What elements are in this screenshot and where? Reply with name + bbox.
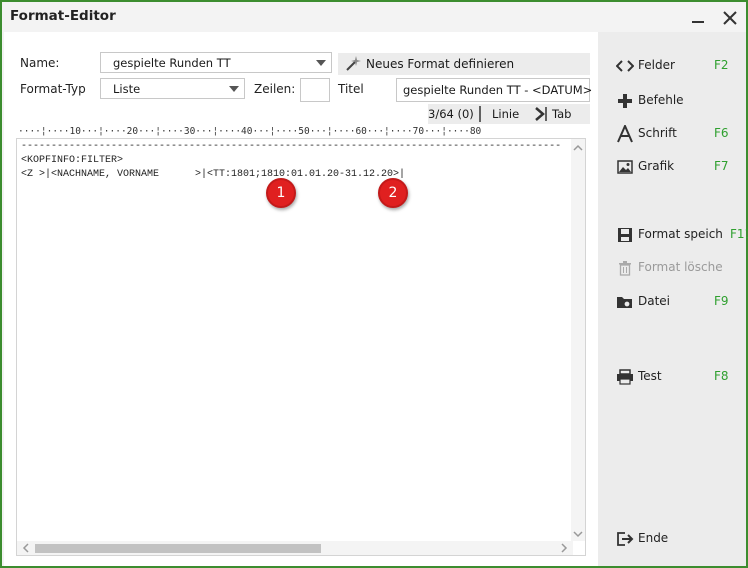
sidebar-item-format-loeschen[interactable]: Format lösche (616, 257, 736, 279)
minimize-button[interactable] (686, 6, 710, 30)
scroll-down-icon (573, 531, 583, 538)
sidebar-item-test[interactable]: Test F8 (616, 366, 736, 388)
lines-label: Zeilen: (254, 82, 296, 96)
name-label: Name: (20, 56, 60, 70)
font-icon (616, 125, 634, 143)
sidebar-item-label: Datei (638, 294, 671, 308)
callout-badge: 2 (378, 178, 408, 208)
title-value: gespielte Runden TT - <DATUM> (403, 83, 593, 97)
callout-badge: 1 (266, 178, 296, 208)
printer-icon (616, 368, 634, 386)
close-button[interactable] (718, 6, 742, 30)
tab-label: Tab (552, 107, 572, 121)
line-separator-icon (479, 106, 481, 122)
scroll-right-icon (561, 543, 568, 553)
editor-panel: Name: gespielte Runden TT Neues Format d… (4, 32, 598, 566)
plus-icon (616, 92, 634, 110)
format-type-value: Liste (113, 82, 141, 96)
editor-line: <KOPFINFO:FILTER> (21, 155, 124, 166)
save-icon (616, 226, 634, 244)
name-value: gespielte Runden TT (113, 56, 231, 70)
format-type-select[interactable]: Liste (100, 78, 245, 99)
sidebar-item-label: Grafik (638, 159, 675, 173)
shortcut-key: F2 (714, 58, 729, 72)
magic-wand-icon (346, 56, 361, 71)
sidebar-item-ende[interactable]: Ende (616, 528, 736, 550)
shortcut-key: F7 (714, 159, 729, 173)
sidebar-item-datei[interactable]: Datei F9 (616, 291, 736, 313)
format-type-label: Format-Typ (20, 82, 86, 96)
name-select[interactable]: gespielte Runden TT (100, 52, 332, 73)
folder-icon (616, 293, 634, 311)
sidebar-item-label: Ende (638, 531, 669, 545)
editor-line: <Z >|<NACHNAME, VORNAME >|<TT:1801;1810:… (21, 169, 406, 180)
shortcut-key: F9 (714, 294, 729, 308)
minimize-icon (692, 21, 704, 23)
scrollbar-thumb[interactable] (35, 544, 321, 553)
new-format-button[interactable]: Neues Format definieren (338, 53, 590, 75)
cursor-position: 3/64 (0) (428, 104, 476, 124)
position-text: 3/64 (0) (428, 107, 474, 121)
close-icon (723, 11, 737, 25)
sidebar-item-label: Schrift (638, 126, 677, 140)
sidebar-item-label: Felder (638, 58, 675, 72)
title-input[interactable]: gespielte Runden TT - <DATUM> (396, 78, 593, 102)
chevron-down-icon (311, 53, 331, 72)
exit-icon (616, 530, 634, 548)
editor-line: ----------------------------------------… (21, 141, 562, 152)
command-sidebar: Felder F2 Befehle Schrift F6 Grafik F7 F… (598, 32, 748, 566)
sidebar-item-schrift[interactable]: Schrift F6 (616, 123, 736, 145)
sidebar-item-label: Format lösche (638, 260, 723, 274)
lines-input[interactable] (300, 78, 330, 102)
sidebar-item-label: Test (638, 369, 662, 383)
new-format-label: Neues Format definieren (366, 57, 515, 71)
tab-icon (535, 107, 547, 121)
title-label: Titel (338, 82, 364, 96)
scroll-up-icon (573, 144, 583, 151)
sidebar-item-label: Befehle (638, 93, 684, 107)
format-text-editor[interactable]: ----------------------------------------… (16, 138, 586, 556)
image-icon (616, 158, 634, 176)
vertical-scrollbar[interactable] (571, 139, 585, 541)
line-label: Linie (492, 107, 520, 121)
scroll-left-icon (22, 543, 29, 553)
code-brackets-icon (616, 57, 634, 75)
line-button[interactable]: Linie (476, 104, 532, 124)
horizontal-scrollbar[interactable] (17, 541, 573, 555)
title-bar: Format-Editor (2, 2, 746, 32)
shortcut-key: F6 (714, 126, 729, 140)
format-editor-window: Format-Editor Name: gespielte Runden TT … (0, 0, 748, 568)
shortcut-key: F11 (730, 227, 748, 241)
sidebar-item-befehle[interactable]: Befehle (616, 90, 736, 112)
shortcut-key: F8 (714, 369, 729, 383)
chevron-down-icon (224, 79, 244, 98)
sidebar-item-grafik[interactable]: Grafik F7 (616, 156, 736, 178)
sidebar-item-label: Format speich (638, 227, 723, 241)
trash-icon (616, 259, 634, 277)
sidebar-item-felder[interactable]: Felder F2 (616, 55, 736, 77)
tab-button[interactable]: Tab (532, 104, 590, 124)
window-title: Format-Editor (10, 8, 116, 24)
sidebar-item-format-speichern[interactable]: Format speich F11 (616, 224, 748, 246)
